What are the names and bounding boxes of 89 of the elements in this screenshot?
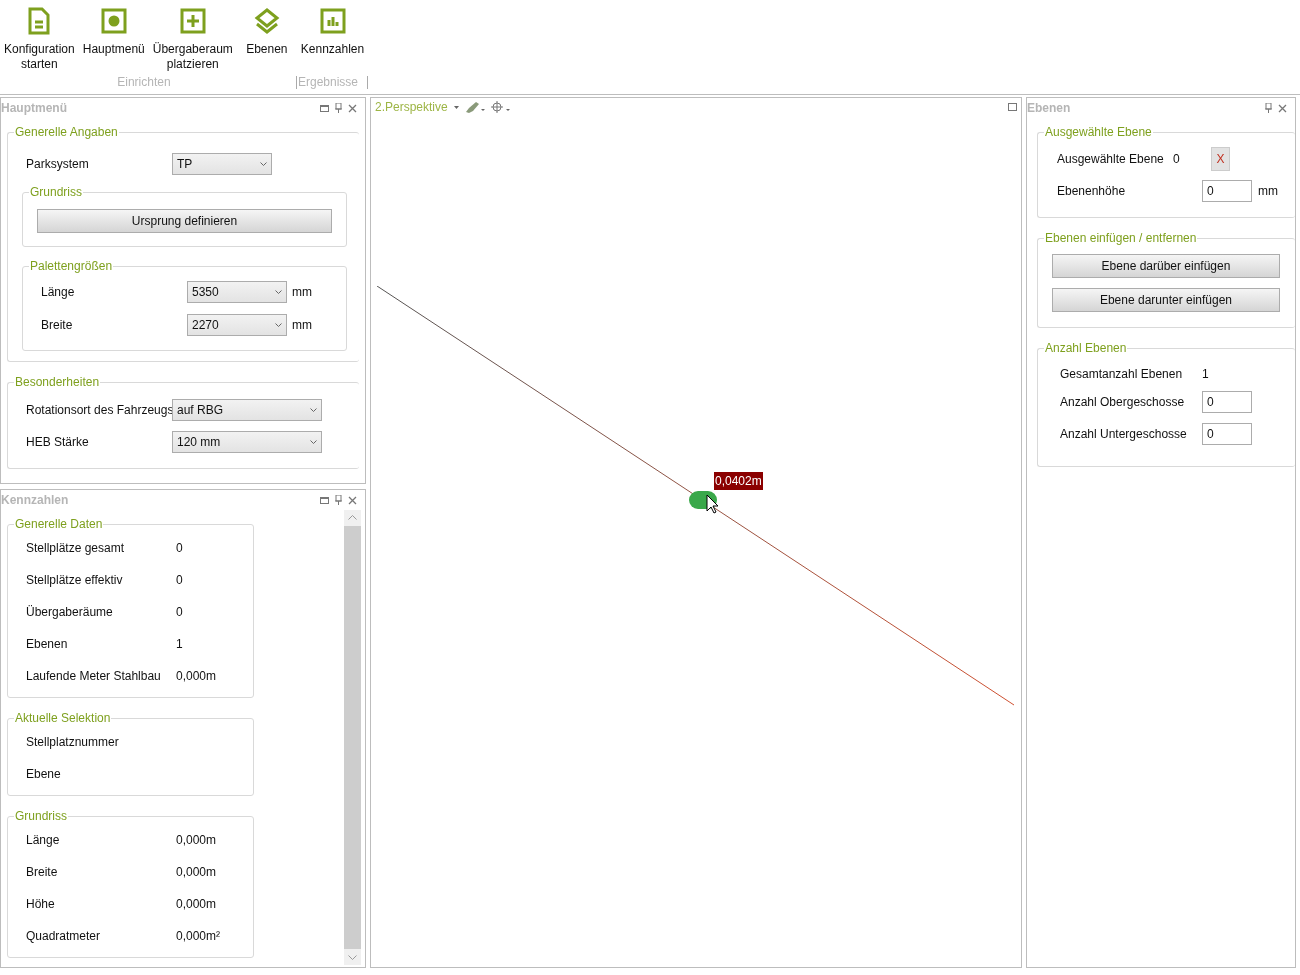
measurement-label: 0,0402m <box>714 472 763 490</box>
group-title: Anzahl Ebenen <box>1044 341 1128 355</box>
label: 0,000m <box>176 864 217 881</box>
label: Breite <box>41 317 74 334</box>
dropdown[interactable]: TP <box>172 153 272 175</box>
label: mm <box>1258 183 1278 200</box>
maximize-icon[interactable] <box>320 104 329 112</box>
label: Stellplätze gesamt <box>26 540 126 557</box>
chevron-up-icon[interactable] <box>348 515 357 520</box>
label: Anzahl Obergeschosse <box>1060 394 1186 411</box>
close-icon[interactable] <box>1278 103 1287 113</box>
chevron-icon <box>310 408 317 412</box>
input-field[interactable]: 0 <box>1202 423 1252 445</box>
action-button[interactable]: Ebene darunter einfügen <box>1052 288 1280 312</box>
dropdown-arrow-icon[interactable] <box>453 105 459 109</box>
chevron-icon <box>275 323 282 327</box>
label: Länge <box>41 284 76 301</box>
label: Ebene <box>26 766 62 783</box>
label: Ebenenhöhe <box>1057 183 1127 200</box>
group-title: Ebenen einfügen / entfernen <box>1044 231 1198 245</box>
panel-title: Kennzahlen <box>1 492 69 509</box>
label: Stellplätze effektiv <box>26 572 124 589</box>
group-title: Grundriss <box>14 809 68 823</box>
group-title: Generelle Daten <box>14 517 104 531</box>
maximize-icon[interactable] <box>320 496 329 504</box>
action-button[interactable]: Ebene darüber einfügen <box>1052 254 1280 278</box>
input-field[interactable]: 0 <box>1202 180 1252 202</box>
chevron-down-icon[interactable] <box>348 955 357 960</box>
label: Anzahl Untergeschosse <box>1060 426 1188 443</box>
dropdown[interactable]: auf RBG <box>172 399 322 421</box>
label: Höhe <box>26 896 56 913</box>
label: Parksystem <box>26 156 90 173</box>
panel-title: Ebenen <box>1027 100 1071 117</box>
label: 0,000m <box>176 832 217 849</box>
group-title: Aktuelle Selektion <box>14 711 112 725</box>
chevron-icon <box>275 290 282 294</box>
delete-button[interactable]: X <box>1211 147 1230 171</box>
label: 0 <box>176 572 183 589</box>
close-icon[interactable] <box>348 103 357 113</box>
restore-icon[interactable] <box>1008 103 1017 111</box>
input-field[interactable]: 0 <box>1202 391 1252 413</box>
dropdown[interactable]: 2270 <box>187 314 287 336</box>
pin-icon[interactable] <box>335 495 342 505</box>
close-icon[interactable] <box>348 495 357 505</box>
label: Länge <box>26 832 61 849</box>
label: 0,000m <box>176 896 217 913</box>
label: 0 <box>176 540 183 557</box>
label: Stellplatznummer <box>26 734 120 751</box>
ribbon-button[interactable]: Konfiguration starten <box>0 0 79 72</box>
group-title: Grundriss <box>29 185 83 199</box>
crosshair-icon[interactable] <box>490 101 511 113</box>
pin-icon[interactable] <box>1265 103 1272 113</box>
cursor-icon <box>706 494 718 514</box>
label: 1 <box>176 636 183 653</box>
panel-title: Hauptmenü <box>1 100 67 117</box>
label: Gesamtanzahl Ebenen <box>1060 366 1184 383</box>
label: Breite <box>26 864 59 881</box>
pen-icon[interactable] <box>464 101 485 113</box>
chevron-icon <box>260 162 267 166</box>
group-title: Palettengrößen <box>29 259 114 273</box>
label: 0,000m² <box>176 928 221 945</box>
group-title: Besonderheiten <box>14 375 101 389</box>
label: 1 <box>1202 366 1209 383</box>
group-title: Ausgewählte Ebene <box>1044 125 1153 139</box>
group-label: Ergebnisse <box>297 74 360 91</box>
chevron-icon <box>310 440 317 444</box>
label: mm <box>292 284 312 301</box>
label: Quadratmeter <box>26 928 102 945</box>
group-title: Generelle Angaben <box>14 125 119 139</box>
pin-icon[interactable] <box>335 103 342 113</box>
label: 0 <box>1173 151 1181 168</box>
ribbon-button[interactable]: Hauptmenü <box>78 0 149 72</box>
action-button[interactable]: Ursprung definieren <box>37 209 332 233</box>
scrollbar[interactable] <box>344 510 361 965</box>
label: 0 <box>176 604 183 621</box>
label: Ausgewählte Ebene <box>1057 151 1165 168</box>
label: HEB Stärke <box>26 434 90 451</box>
group-label: Einrichten <box>116 74 172 91</box>
ribbon-button[interactable]: Übergaberaum platzieren <box>148 0 237 72</box>
ribbon-button[interactable]: Kennzahlen <box>296 0 369 57</box>
label: Rotationsort des Fahrzeugs <box>26 402 172 419</box>
label: Übergaberäume <box>26 604 114 621</box>
label: Laufende Meter Stahlbau <box>26 668 162 685</box>
dropdown[interactable]: 5350 <box>187 281 287 303</box>
label: 0,000m <box>176 668 217 685</box>
label: Ebenen <box>26 636 69 653</box>
ribbon-button[interactable]: Ebenen <box>236 0 297 72</box>
label: mm <box>292 317 312 334</box>
dropdown[interactable]: 120 mm <box>172 431 322 453</box>
